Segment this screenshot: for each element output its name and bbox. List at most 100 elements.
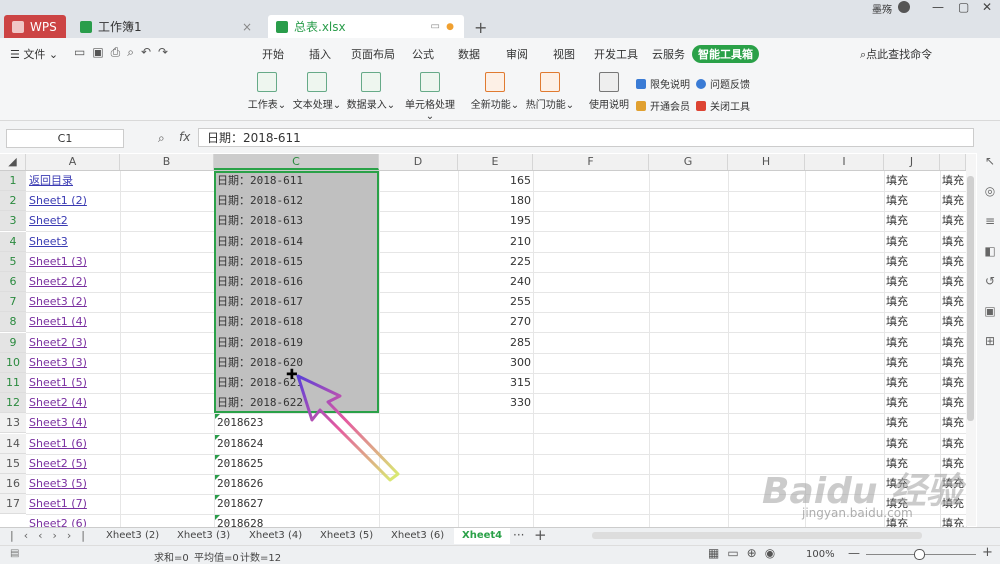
format-icon[interactable]: ◧ [983, 236, 997, 266]
avatar[interactable] [898, 1, 910, 13]
fill-cell[interactable]: 填充 [942, 353, 964, 373]
menu-start[interactable]: 开始 [262, 46, 284, 62]
select-all-corner[interactable]: ◢ [0, 154, 26, 170]
horizontal-scrollbar[interactable] [592, 532, 922, 539]
sheet-tab-xheet3-6[interactable]: Xheet3 (6) [391, 530, 444, 541]
close-icon[interactable]: × [242, 20, 252, 34]
fill-cell[interactable]: 填充 [886, 333, 938, 353]
sheet-link[interactable]: Sheet3 [29, 232, 119, 252]
column-header-d[interactable]: D [379, 154, 458, 170]
date-cell[interactable]: 日期：2018-613 [217, 211, 377, 231]
column-header-a[interactable]: A [26, 154, 120, 170]
fill-cell[interactable]: 填充 [942, 191, 964, 211]
free-info-button[interactable]: 限免说明 [636, 76, 690, 91]
sheet-link[interactable]: Sheet1 (4) [29, 312, 119, 332]
sheet-link[interactable]: Sheet2 (4) [29, 393, 119, 413]
column-header-k[interactable] [940, 154, 966, 170]
row-header[interactable]: 2 [0, 191, 26, 211]
date-cell[interactable]: 2018627 [217, 494, 377, 514]
column-header-h[interactable]: H [728, 154, 805, 170]
fill-cell[interactable]: 填充 [886, 413, 938, 433]
sheet-link[interactable]: Sheet2 [29, 211, 119, 231]
menu-dev-tools[interactable]: 开发工具 [594, 46, 638, 62]
value-cell[interactable]: 255 [458, 292, 531, 312]
row-header[interactable]: 8 [0, 312, 26, 332]
new-features-button[interactable]: 全新功能⌄ [470, 72, 520, 111]
fill-cell[interactable]: 填充 [886, 272, 938, 292]
column-header-c[interactable]: C [214, 154, 379, 170]
date-cell[interactable]: 日期：2018-617 [217, 292, 377, 312]
row-header[interactable]: 17 [0, 494, 26, 514]
cell-process-button[interactable]: 单元格处理⌄ [402, 72, 458, 122]
vip-button[interactable]: 开通会员 [636, 98, 690, 113]
fill-cell[interactable]: 填充 [942, 252, 964, 272]
more-sheets-icon[interactable]: ··· [513, 528, 524, 542]
menu-review[interactable]: 审阅 [506, 46, 528, 62]
sheet-link[interactable]: Sheet3 (2) [29, 292, 119, 312]
sheet-nav-arrows[interactable]: |‹‹››| [10, 529, 95, 542]
fill-cell[interactable]: 填充 [942, 232, 964, 252]
zoom-out-icon[interactable]: — [848, 546, 860, 560]
fill-cell[interactable]: 填充 [942, 393, 964, 413]
sheet-link[interactable]: Sheet2 (2) [29, 272, 119, 292]
column-header-f[interactable]: F [533, 154, 649, 170]
date-cell[interactable]: 日期：2018-611 [217, 171, 377, 191]
fill-cell[interactable]: 填充 [942, 211, 964, 231]
fill-cell[interactable]: 填充 [886, 434, 938, 454]
quick-access-toolbar[interactable]: ▭▣⎙⌕↶↷ [74, 45, 175, 60]
value-cell[interactable]: 240 [458, 272, 531, 292]
date-cell[interactable]: 日期：2018-615 [217, 252, 377, 272]
tab-workbook1[interactable]: 工作簿1 × [72, 15, 262, 38]
value-cell[interactable]: 300 [458, 353, 531, 373]
pointer-icon[interactable]: ↖ [983, 146, 997, 176]
shapes-icon[interactable]: ◎ [983, 176, 997, 206]
apps-icon[interactable]: ⊞ [983, 326, 997, 356]
fill-cell[interactable]: 填充 [886, 191, 938, 211]
close-tool-button[interactable]: 关闭工具 [696, 98, 750, 113]
history-icon[interactable]: ↺ [983, 266, 997, 296]
value-cell[interactable]: 285 [458, 333, 531, 353]
sheet-tab-xheet3-5[interactable]: Xheet3 (5) [320, 530, 373, 541]
column-header-j[interactable]: J [884, 154, 940, 170]
hot-features-button[interactable]: 热门功能⌄ [525, 72, 575, 111]
maximize-icon[interactable]: ▢ [958, 0, 969, 14]
zoom-in-icon[interactable]: + [982, 545, 993, 560]
worksheet-button[interactable]: 工作表⌄ [242, 72, 292, 111]
sheet-tab-xheet3-3[interactable]: Xheet3 (3) [177, 530, 230, 541]
sheet-link[interactable]: Sheet1 (6) [29, 434, 119, 454]
row-header[interactable]: 5 [0, 252, 26, 272]
fill-cell[interactable]: 填充 [942, 171, 964, 191]
column-header-g[interactable]: G [649, 154, 728, 170]
column-header-e[interactable]: E [458, 154, 533, 170]
menu-page-layout[interactable]: 页面布局 [351, 46, 395, 62]
sheet-link[interactable]: Sheet1 (3) [29, 252, 119, 272]
fill-cell[interactable]: 填充 [886, 292, 938, 312]
menu-smart-toolbox[interactable]: 智能工具箱 [692, 45, 759, 63]
fill-cell[interactable]: 填充 [942, 413, 964, 433]
text-process-button[interactable]: 文本处理⌄ [292, 72, 342, 111]
value-cell[interactable]: 225 [458, 252, 531, 272]
scrollbar-thumb[interactable] [967, 176, 974, 421]
fill-cell[interactable]: 填充 [886, 393, 938, 413]
fill-cell[interactable]: 填充 [942, 272, 964, 292]
sheet-link[interactable]: Sheet1 (5) [29, 373, 119, 393]
row-header[interactable]: 14 [0, 434, 26, 454]
tab-zongbiao[interactable]: 总表.xlsx ▭ ● [268, 15, 464, 38]
sheet-link[interactable]: Sheet3 (5) [29, 474, 119, 494]
zoom-level[interactable]: 100% [806, 549, 835, 560]
value-cell[interactable]: 270 [458, 312, 531, 332]
menu-view[interactable]: 视图 [553, 46, 575, 62]
new-tab-plus-icon[interactable]: + [474, 18, 487, 37]
usage-guide-button[interactable]: 使用说明 [584, 72, 634, 111]
sheet-link[interactable]: Sheet1 (2) [29, 191, 119, 211]
menu-data[interactable]: 数据 [458, 46, 480, 62]
fill-cell[interactable]: 填充 [886, 312, 938, 332]
row-header[interactable]: 6 [0, 272, 26, 292]
fill-cell[interactable]: 填充 [886, 373, 938, 393]
sheet-link[interactable]: Sheet3 (4) [29, 413, 119, 433]
zoom-icon[interactable]: ⌕ [158, 131, 165, 146]
fill-cell[interactable]: 填充 [942, 434, 964, 454]
date-cell[interactable]: 日期：2018-619 [217, 333, 377, 353]
value-cell[interactable]: 330 [458, 393, 531, 413]
column-header-i[interactable]: I [805, 154, 884, 170]
